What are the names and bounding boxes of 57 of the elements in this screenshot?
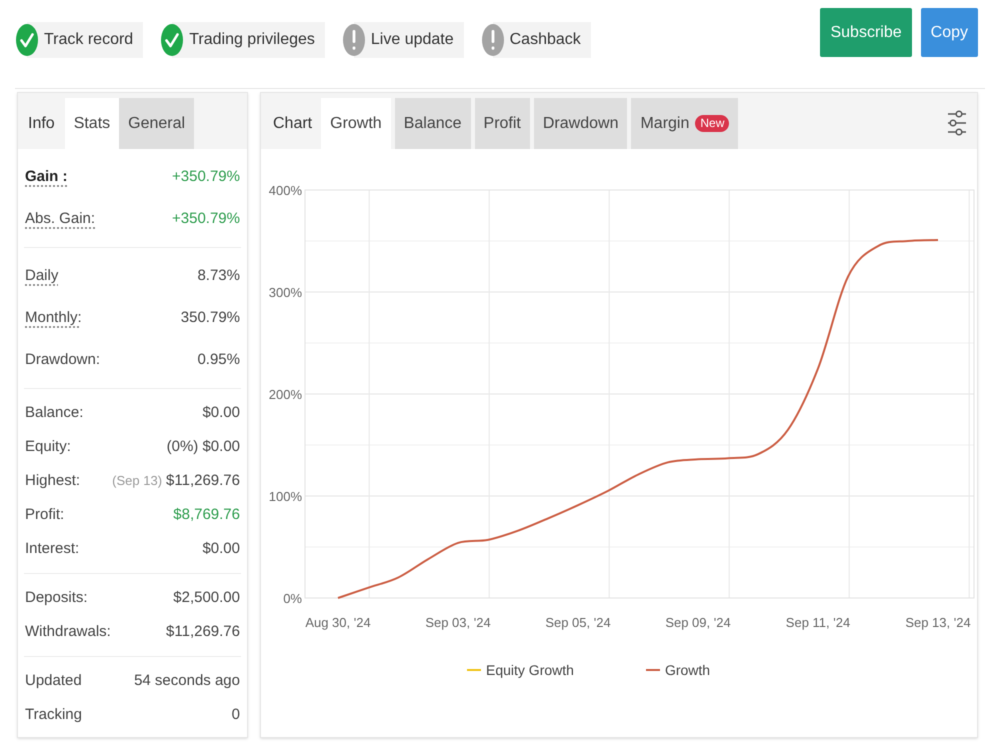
x-axis-label: Sep 05, '24 bbox=[545, 615, 611, 630]
tab[interactable]: Stats bbox=[64, 98, 120, 149]
tab[interactable]: Margin New bbox=[631, 98, 738, 149]
stat-value: +350.79% bbox=[172, 166, 240, 187]
x-axis-label: Sep 09, '24 bbox=[665, 615, 731, 630]
x-axis-label: Sep 13, '24 bbox=[905, 615, 971, 630]
stat-label: Profit: bbox=[25, 504, 64, 525]
stat-value: $0.00 bbox=[202, 402, 240, 423]
stat-label: Tracking bbox=[25, 704, 82, 725]
x-axis-label: Sep 11, '24 bbox=[786, 615, 850, 630]
stat-label: Monthly: bbox=[25, 308, 82, 328]
stat-label: Abs. Gain: bbox=[25, 208, 96, 229]
legend-label[interactable]: Equity Growth bbox=[486, 660, 574, 680]
stat-label: Daily bbox=[25, 266, 58, 286]
tab[interactable]: Growth bbox=[321, 98, 391, 149]
stat-value: $11,269.76 bbox=[166, 622, 240, 642]
stat-label: Equity: bbox=[25, 436, 71, 457]
stat-value: $11,269.76 bbox=[166, 470, 240, 491]
y-axis-label: 100% bbox=[268, 489, 302, 504]
y-axis-label: 400% bbox=[268, 183, 302, 198]
stat-label: Withdrawals: bbox=[25, 622, 111, 642]
stat-value: 350.79% bbox=[180, 308, 240, 328]
badge-label: Track record bbox=[43, 30, 134, 50]
tab[interactable]: Drawdown bbox=[534, 98, 628, 149]
stat-value: 8.73% bbox=[197, 266, 240, 286]
stat-value: 0.95% bbox=[197, 350, 240, 370]
stat-note: (Sep 13) bbox=[112, 472, 162, 490]
stat-label: Deposits: bbox=[25, 588, 88, 608]
panel-title: Info bbox=[27, 114, 56, 134]
badge-label: Trading privileges bbox=[188, 30, 315, 50]
stat-label: Updated bbox=[25, 670, 82, 691]
stat-value: 54 seconds ago bbox=[134, 670, 240, 691]
x-axis-label: Sep 03, '24 bbox=[425, 615, 491, 630]
legend-label[interactable]: Growth bbox=[664, 660, 710, 680]
new-badge: New bbox=[695, 115, 730, 132]
stat-value: $8,769.76 bbox=[173, 504, 240, 525]
stat-label: Balance: bbox=[25, 402, 84, 423]
y-axis-label: 300% bbox=[268, 285, 302, 300]
tab[interactable]: Profit bbox=[474, 98, 530, 149]
y-axis-label: 0% bbox=[283, 591, 302, 606]
stat-value: $0.00 bbox=[202, 538, 240, 559]
stat-value: (0%) $0.00 bbox=[166, 436, 240, 457]
stat-value: +350.79% bbox=[172, 208, 240, 229]
badge-label: Live update bbox=[370, 30, 454, 50]
stat-label: Highest: bbox=[25, 470, 80, 491]
sliders-icon[interactable] bbox=[947, 108, 967, 138]
x-axis-label: Aug 30, '24 bbox=[305, 615, 371, 630]
stat-label: Gain : bbox=[25, 166, 68, 187]
stat-label: Drawdown: bbox=[25, 350, 100, 370]
tab[interactable]: General bbox=[119, 98, 194, 149]
y-axis-label: 200% bbox=[268, 387, 302, 402]
panel-title: Chart bbox=[272, 114, 314, 134]
tab[interactable]: Balance bbox=[394, 98, 471, 149]
stat-label: Interest: bbox=[25, 538, 80, 559]
badge-label: Cashback bbox=[508, 30, 581, 50]
stat-value: $2,500.00 bbox=[173, 588, 240, 608]
stat-value: 0 bbox=[232, 704, 240, 725]
